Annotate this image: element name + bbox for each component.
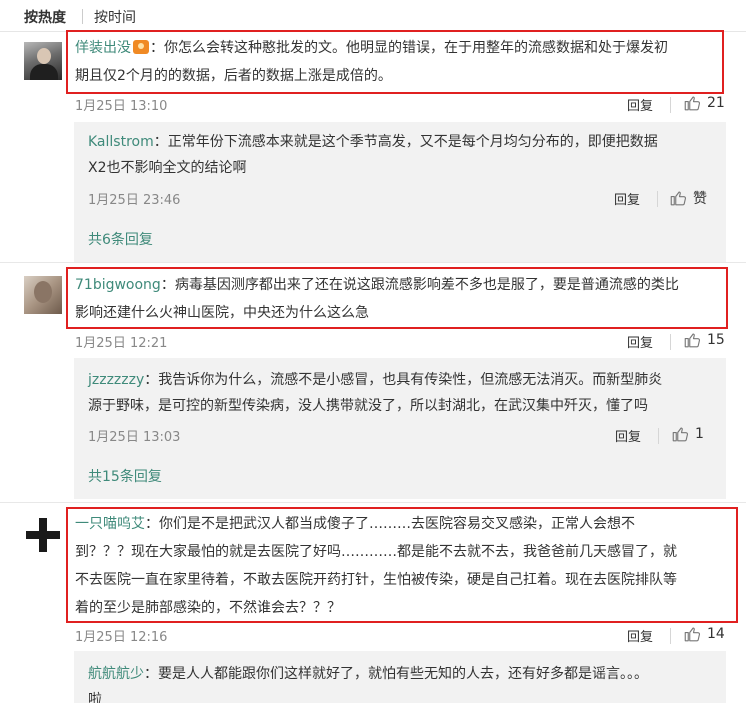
comment-username[interactable]: 一只喵呜艾 (75, 516, 145, 532)
reply-username[interactable]: jzzzzzzy (88, 372, 144, 388)
like-button[interactable]: 1 (671, 425, 704, 443)
more-replies-link[interactable]: 共6条回复 (88, 229, 153, 249)
like-count: 21 (707, 95, 725, 111)
reply-timestamp: 1月25日 13:03 (88, 430, 181, 445)
divider (670, 628, 671, 644)
comment-username[interactable]: 71bigwoong (75, 277, 161, 293)
comment-text: 71bigwoong：病毒基因测序都出来了还在说这跟流感影响差不多也是服了，要是… (75, 277, 679, 321)
thumbs-up-icon (670, 191, 687, 206)
avatar[interactable] (24, 276, 62, 314)
like-button[interactable]: 14 (683, 625, 725, 643)
like-count: 14 (707, 626, 725, 642)
thumbs-up-icon (684, 627, 701, 642)
comment-separator (0, 502, 746, 503)
divider (658, 428, 659, 444)
reply-button[interactable]: 回复 (614, 189, 640, 208)
like-button[interactable]: 21 (683, 94, 725, 112)
thumbs-up-icon (684, 96, 701, 111)
reply-text: jzzzzzzy：我告诉你为什么，流感不是小感冒，也具有传染性，但流感无法消灭。… (88, 372, 663, 414)
comment-username[interactable]: 佯装出没 (75, 40, 131, 56)
reply-button[interactable]: 回复 (627, 332, 653, 351)
thumbs-up-icon (684, 333, 701, 348)
divider (670, 97, 671, 113)
sort-by-time-tab[interactable]: 按时间 (94, 7, 136, 27)
divider (657, 191, 658, 207)
like-button[interactable]: 15 (683, 331, 725, 349)
reply-timestamp: 1月25日 23:46 (88, 193, 181, 208)
comment-separator (0, 262, 746, 263)
like-count: 15 (707, 332, 725, 348)
thumbs-up-icon (672, 427, 689, 442)
reply-text: Kallstrom：正常年份下流感本来就是这个季节高发，又不是每个月均匀分布的，… (88, 134, 658, 176)
comment-timestamp: 1月25日 12:21 (75, 336, 168, 351)
avatar[interactable] (24, 42, 62, 80)
like-count: 1 (695, 426, 704, 442)
reply-text: 航航航少：要是人人都能跟你们这样就好了，就怕有些无知的人去，还有好多都是谣言。。… (88, 666, 648, 703)
reply-button[interactable]: 回复 (615, 426, 641, 445)
reply-username[interactable]: Kallstrom (88, 134, 154, 150)
sort-bar: 按热度 按时间 (0, 0, 746, 32)
divider (670, 334, 671, 350)
sort-by-hot-tab[interactable]: 按热度 (24, 7, 66, 27)
like-button[interactable]: 赞 (669, 188, 707, 208)
comment-text: 佯装出没 ：你怎么会转这种憨批发的文。他明显的错误，在于用整年的流感数据和处于爆发… (75, 40, 668, 84)
comment-timestamp: 1月25日 12:16 (75, 630, 168, 645)
reply-username[interactable]: 航航航少 (88, 666, 144, 682)
avatar[interactable] (24, 516, 62, 554)
comment-timestamp: 1月25日 13:10 (75, 99, 168, 114)
sort-divider (82, 9, 83, 24)
more-replies-link[interactable]: 共15条回复 (88, 466, 162, 486)
comment-text: 一只喵呜艾：你们是不是把武汉人都当成傻子了………去医院容易交叉感染，正常人会想不… (75, 516, 677, 616)
like-count: 赞 (693, 191, 707, 207)
reply-button[interactable]: 回复 (627, 626, 653, 645)
reply-button[interactable]: 回复 (627, 95, 653, 114)
vip-badge-icon (133, 40, 149, 54)
